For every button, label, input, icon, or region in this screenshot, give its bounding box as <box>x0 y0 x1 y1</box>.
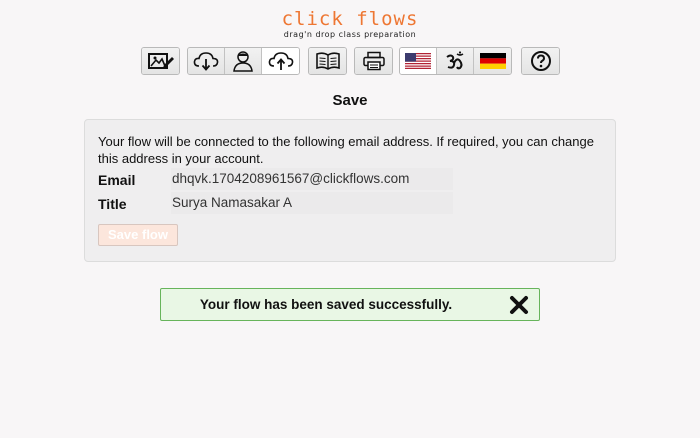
account-button[interactable] <box>225 48 262 74</box>
toolbar-group-print <box>354 47 393 75</box>
success-message: Your flow has been saved successfully. <box>199 297 453 312</box>
edit-image-icon <box>147 51 175 71</box>
us-flag-icon <box>405 53 431 69</box>
library-button[interactable] <box>309 48 346 74</box>
language-english-button[interactable] <box>400 48 437 74</box>
user-icon <box>232 50 254 72</box>
logo-title: click flows <box>281 8 419 30</box>
email-field[interactable]: dhqvk.1704208961567@clickflows.com <box>171 168 453 190</box>
help-button[interactable] <box>522 48 559 74</box>
toolbar-group-language <box>399 47 512 75</box>
app-logo[interactable]: click flows drag'n drop class preparatio… <box>0 8 700 39</box>
language-sanskrit-button[interactable] <box>437 48 474 74</box>
title-label: Title <box>98 196 127 212</box>
title-field[interactable]: Surya Namasakar A <box>171 192 453 214</box>
save-toolbar-button[interactable] <box>262 48 299 74</box>
om-icon <box>444 51 466 71</box>
edit-button[interactable] <box>142 48 179 74</box>
print-icon <box>362 51 386 71</box>
close-toast-button[interactable] <box>509 295 529 315</box>
cloud-upload-icon <box>268 51 294 71</box>
toolbar-group-edit <box>141 47 180 75</box>
toolbar-group-help <box>521 47 560 75</box>
toolbar-group-library <box>308 47 347 75</box>
toolbar <box>0 47 700 75</box>
save-flow-button[interactable]: Save flow <box>98 224 178 246</box>
print-button[interactable] <box>355 48 392 74</box>
german-flag-icon <box>479 53 506 69</box>
language-german-button[interactable] <box>474 48 511 74</box>
success-toast: Your flow has been saved successfully. <box>160 288 540 321</box>
help-icon <box>530 50 552 72</box>
close-icon <box>509 296 529 319</box>
save-form-panel: Your flow will be connected to the follo… <box>84 119 616 262</box>
logo-tagline: drag'n drop class preparation <box>283 30 417 39</box>
load-button[interactable] <box>188 48 225 74</box>
info-text: Your flow will be connected to the follo… <box>98 134 594 166</box>
page-title: Save <box>332 92 368 109</box>
email-label: Email <box>98 172 136 188</box>
cloud-download-icon <box>193 51 219 71</box>
book-icon <box>315 51 341 71</box>
toolbar-group-cloud <box>187 47 300 75</box>
